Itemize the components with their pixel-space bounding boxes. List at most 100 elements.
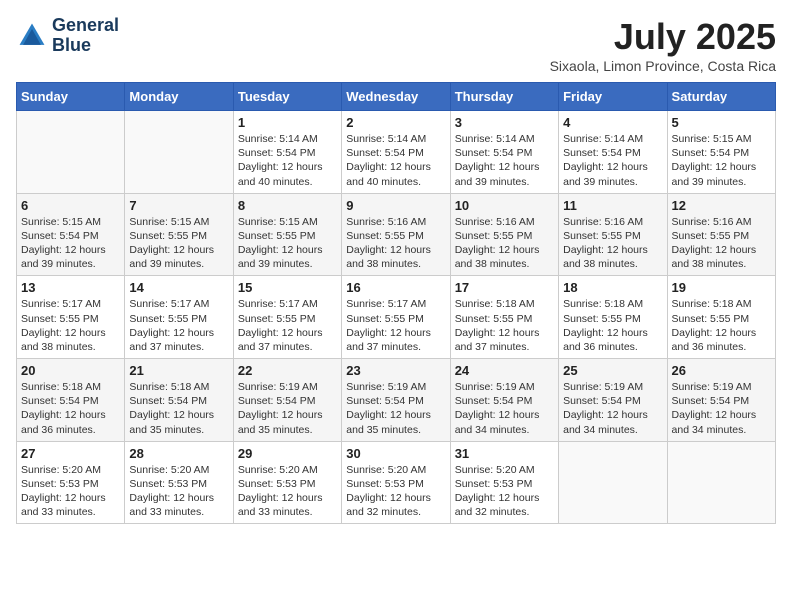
day-cell: 13 Sunrise: 5:17 AM Sunset: 5:55 PM Dayli… [17, 276, 125, 359]
day-number: 30 [346, 446, 445, 461]
day-cell: 21 Sunrise: 5:18 AM Sunset: 5:54 PM Dayli… [125, 359, 233, 442]
day-cell: 29Sunrise: 5:20 AM Sunset: 5:53 PM Dayli… [233, 441, 341, 524]
week-row-5: 27 Sunrise: 5:20 AM Sunset: 5:53 PM Dayli… [17, 441, 776, 524]
day-cell [667, 441, 775, 524]
logo-line2: Blue [52, 36, 119, 56]
day-info: Sunrise: 5:15 AM Sunset: 5:55 PM Dayligh… [238, 215, 337, 272]
day-number: 22 [238, 363, 337, 378]
day-info: Sunrise: 5:14 AM Sunset: 5:54 PM Dayligh… [238, 132, 337, 189]
day-number: 17 [455, 280, 554, 295]
day-cell: 23Sunrise: 5:19 AM Sunset: 5:54 PM Dayli… [342, 359, 450, 442]
day-cell: 25Sunrise: 5:19 AM Sunset: 5:54 PM Dayli… [559, 359, 667, 442]
day-info: Sunrise: 5:19 AM Sunset: 5:54 PM Dayligh… [238, 380, 337, 437]
day-number: 6 [21, 198, 120, 213]
day-number: 19 [672, 280, 771, 295]
day-info: Sunrise: 5:18 AM Sunset: 5:55 PM Dayligh… [672, 297, 771, 354]
day-cell: 16Sunrise: 5:17 AM Sunset: 5:55 PM Dayli… [342, 276, 450, 359]
day-number: 24 [455, 363, 554, 378]
day-cell: 26 Sunrise: 5:19 AM Sunset: 5:54 PM Dayli… [667, 359, 775, 442]
day-number: 5 [672, 115, 771, 130]
day-number: 26 [672, 363, 771, 378]
day-number: 27 [21, 446, 120, 461]
day-info: Sunrise: 5:17 AM Sunset: 5:55 PM Dayligh… [238, 297, 337, 354]
day-cell: 18 Sunrise: 5:18 AM Sunset: 5:55 PM Dayli… [559, 276, 667, 359]
page-header: General Blue July 2025 Sixaola, Limon Pr… [16, 16, 776, 74]
day-number: 2 [346, 115, 445, 130]
logo: General Blue [16, 16, 119, 56]
day-info: Sunrise: 5:18 AM Sunset: 5:55 PM Dayligh… [563, 297, 662, 354]
day-info: Sunrise: 5:16 AM Sunset: 5:55 PM Dayligh… [346, 215, 445, 272]
day-info: Sunrise: 5:20 AM Sunset: 5:53 PM Dayligh… [346, 463, 445, 520]
day-info: Sunrise: 5:14 AM Sunset: 5:54 PM Dayligh… [563, 132, 662, 189]
day-info: Sunrise: 5:18 AM Sunset: 5:54 PM Dayligh… [129, 380, 228, 437]
day-info: Sunrise: 5:15 AM Sunset: 5:54 PM Dayligh… [21, 215, 120, 272]
day-number: 10 [455, 198, 554, 213]
day-info: Sunrise: 5:16 AM Sunset: 5:55 PM Dayligh… [455, 215, 554, 272]
day-cell [559, 441, 667, 524]
day-number: 16 [346, 280, 445, 295]
week-row-4: 20 Sunrise: 5:18 AM Sunset: 5:54 PM Dayli… [17, 359, 776, 442]
day-number: 20 [21, 363, 120, 378]
day-number: 23 [346, 363, 445, 378]
day-number: 1 [238, 115, 337, 130]
day-cell: 28 Sunrise: 5:20 AM Sunset: 5:53 PM Dayli… [125, 441, 233, 524]
day-info: Sunrise: 5:20 AM Sunset: 5:53 PM Dayligh… [238, 463, 337, 520]
weekday-header-friday: Friday [559, 83, 667, 111]
day-number: 8 [238, 198, 337, 213]
day-cell: 27 Sunrise: 5:20 AM Sunset: 5:53 PM Dayli… [17, 441, 125, 524]
calendar-body: 1 Sunrise: 5:14 AM Sunset: 5:54 PM Daylig… [17, 111, 776, 524]
day-info: Sunrise: 5:18 AM Sunset: 5:55 PM Dayligh… [455, 297, 554, 354]
day-info: Sunrise: 5:19 AM Sunset: 5:54 PM Dayligh… [672, 380, 771, 437]
weekday-header-saturday: Saturday [667, 83, 775, 111]
week-row-2: 6 Sunrise: 5:15 AM Sunset: 5:54 PM Daylig… [17, 193, 776, 276]
day-cell [125, 111, 233, 194]
day-info: Sunrise: 5:20 AM Sunset: 5:53 PM Dayligh… [455, 463, 554, 520]
day-cell: 11 Sunrise: 5:16 AM Sunset: 5:55 PM Dayli… [559, 193, 667, 276]
day-number: 7 [129, 198, 228, 213]
day-info: Sunrise: 5:16 AM Sunset: 5:55 PM Dayligh… [563, 215, 662, 272]
calendar-header: SundayMondayTuesdayWednesdayThursdayFrid… [17, 83, 776, 111]
day-info: Sunrise: 5:20 AM Sunset: 5:53 PM Dayligh… [21, 463, 120, 520]
calendar-table: SundayMondayTuesdayWednesdayThursdayFrid… [16, 82, 776, 524]
week-row-3: 13 Sunrise: 5:17 AM Sunset: 5:55 PM Dayli… [17, 276, 776, 359]
day-cell: 15 Sunrise: 5:17 AM Sunset: 5:55 PM Dayli… [233, 276, 341, 359]
day-cell [17, 111, 125, 194]
day-info: Sunrise: 5:15 AM Sunset: 5:54 PM Dayligh… [672, 132, 771, 189]
day-info: Sunrise: 5:15 AM Sunset: 5:55 PM Dayligh… [129, 215, 228, 272]
day-number: 14 [129, 280, 228, 295]
day-info: Sunrise: 5:18 AM Sunset: 5:54 PM Dayligh… [21, 380, 120, 437]
day-cell: 4 Sunrise: 5:14 AM Sunset: 5:54 PM Daylig… [559, 111, 667, 194]
weekday-header-thursday: Thursday [450, 83, 558, 111]
day-number: 25 [563, 363, 662, 378]
day-cell: 5 Sunrise: 5:15 AM Sunset: 5:54 PM Daylig… [667, 111, 775, 194]
day-info: Sunrise: 5:17 AM Sunset: 5:55 PM Dayligh… [21, 297, 120, 354]
day-cell: 22 Sunrise: 5:19 AM Sunset: 5:54 PM Dayli… [233, 359, 341, 442]
day-number: 13 [21, 280, 120, 295]
day-cell: 8 Sunrise: 5:15 AM Sunset: 5:55 PM Daylig… [233, 193, 341, 276]
weekday-header-sunday: Sunday [17, 83, 125, 111]
day-number: 9 [346, 198, 445, 213]
day-info: Sunrise: 5:14 AM Sunset: 5:54 PM Dayligh… [346, 132, 445, 189]
day-cell: 12Sunrise: 5:16 AM Sunset: 5:55 PM Dayli… [667, 193, 775, 276]
day-number: 15 [238, 280, 337, 295]
day-cell: 24 Sunrise: 5:19 AM Sunset: 5:54 PM Dayli… [450, 359, 558, 442]
day-cell: 2 Sunrise: 5:14 AM Sunset: 5:54 PM Daylig… [342, 111, 450, 194]
weekday-header-monday: Monday [125, 83, 233, 111]
day-number: 21 [129, 363, 228, 378]
day-info: Sunrise: 5:19 AM Sunset: 5:54 PM Dayligh… [455, 380, 554, 437]
day-info: Sunrise: 5:20 AM Sunset: 5:53 PM Dayligh… [129, 463, 228, 520]
location-subtitle: Sixaola, Limon Province, Costa Rica [550, 58, 776, 74]
month-year-title: July 2025 [550, 16, 776, 58]
day-number: 28 [129, 446, 228, 461]
day-number: 11 [563, 198, 662, 213]
day-cell: 3Sunrise: 5:14 AM Sunset: 5:54 PM Daylig… [450, 111, 558, 194]
week-row-1: 1 Sunrise: 5:14 AM Sunset: 5:54 PM Daylig… [17, 111, 776, 194]
day-number: 18 [563, 280, 662, 295]
logo-line1: General [52, 16, 119, 36]
day-cell: 1 Sunrise: 5:14 AM Sunset: 5:54 PM Daylig… [233, 111, 341, 194]
logo-icon [16, 20, 48, 52]
weekday-header-wednesday: Wednesday [342, 83, 450, 111]
day-cell: 31Sunrise: 5:20 AM Sunset: 5:53 PM Dayli… [450, 441, 558, 524]
day-info: Sunrise: 5:17 AM Sunset: 5:55 PM Dayligh… [129, 297, 228, 354]
day-number: 4 [563, 115, 662, 130]
